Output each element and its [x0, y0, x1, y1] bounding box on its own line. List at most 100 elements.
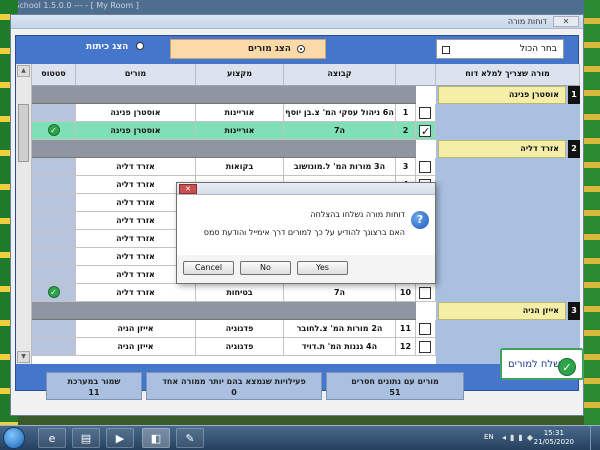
- row-checkbox[interactable]: [419, 341, 431, 353]
- row-checkbox[interactable]: [419, 161, 431, 173]
- show-desktop-button[interactable]: [590, 426, 600, 450]
- saved-in-system-stat: שמור במערכת 11: [46, 372, 142, 400]
- table-row[interactable]: אייזן הניה פדגוגיה ה2 מורות המ' צ.לחובר 11: [32, 320, 436, 338]
- subject-cell: פדגוגיה: [196, 338, 284, 356]
- checkbox-cell[interactable]: [416, 104, 436, 122]
- show-teachers-label: הצג מורים: [247, 44, 291, 54]
- saved-label: שמור במערכת: [67, 377, 121, 386]
- show-classes-radio[interactable]: הצג כיתות: [86, 41, 144, 52]
- status-cell: [32, 212, 76, 230]
- row-number-cell: 1: [396, 104, 416, 122]
- checkbox-cell[interactable]: [416, 338, 436, 356]
- status-cell: [32, 248, 76, 266]
- school-app-icon[interactable]: ◧: [142, 428, 170, 448]
- no-button[interactable]: No: [240, 261, 291, 275]
- window-close-button[interactable]: ✕: [553, 16, 579, 27]
- dialog-close-icon[interactable]: ✕: [179, 184, 197, 194]
- start-button[interactable]: [3, 427, 25, 449]
- radio-empty-icon: [135, 42, 144, 50]
- missing-value: 51: [389, 388, 401, 397]
- checkbox-cell[interactable]: [416, 320, 436, 338]
- send-to-teachers-button[interactable]: שלח למורים ✓: [500, 348, 584, 380]
- group-separator: [32, 302, 416, 320]
- group-number: 1: [568, 86, 580, 104]
- desktop-title-strip: -- School 1.5.0.0 --- - [ My Room ]: [0, 0, 600, 14]
- status-cell: ✓: [32, 284, 76, 302]
- group-teacher-name[interactable]: אייזן הניה: [438, 302, 566, 320]
- cancel-button[interactable]: Cancel: [183, 261, 234, 275]
- media-player-icon[interactable]: ▶: [106, 428, 134, 448]
- select-all-checkbox[interactable]: בחר הכול: [436, 39, 564, 59]
- clock-date: 21/05/2020: [533, 438, 574, 446]
- multi-value: 0: [231, 388, 237, 397]
- row-checkbox[interactable]: [419, 323, 431, 335]
- app-title: -- School 1.5.0.0 --- - [ My Room ]: [6, 1, 139, 10]
- row-number-cell: 2: [396, 122, 416, 140]
- checkbox-cell[interactable]: [416, 284, 436, 302]
- subject-cell: פדגוגיה: [196, 320, 284, 338]
- scroll-thumb[interactable]: [18, 104, 29, 162]
- yes-button[interactable]: Yes: [297, 261, 348, 275]
- row-number-cell: 10: [396, 284, 416, 302]
- status-cell: [32, 158, 76, 176]
- teacher-cell: אייזן הניה: [76, 320, 196, 338]
- desktop-background-right: [584, 0, 600, 425]
- header-teacher-to-fill[interactable]: מורה שצריך למלא דוח: [436, 64, 580, 86]
- table-row[interactable]: אייזן הניה פדגוגיה ה4 גננות המ' ת.דויד 12: [32, 338, 436, 356]
- group-teacher-name[interactable]: אוסטרן פנינה: [438, 86, 566, 104]
- scroll-up-icon[interactable]: ▲: [17, 65, 30, 77]
- status-cell: ✓: [32, 122, 76, 140]
- grid-scrollbar[interactable]: ▲ ▼: [16, 64, 32, 364]
- group-number: 2: [568, 140, 580, 158]
- table-row[interactable]: ✓ אוסטרן פנינה אוריינות ה7 2: [32, 122, 436, 140]
- status-cell: [32, 320, 76, 338]
- subject-cell: אוריינות: [196, 104, 284, 122]
- group-separator: [32, 140, 416, 158]
- send-button-label: שלח למורים: [508, 359, 561, 370]
- group-cell: ה7: [284, 284, 396, 302]
- show-teachers-radio[interactable]: הצג מורים: [170, 39, 326, 59]
- language-indicator[interactable]: EN: [484, 433, 494, 441]
- tray-icons[interactable]: ◂▮▮◆: [502, 433, 537, 442]
- multi-label: פעילויות שנמצא בהם יותר ממורה אחד: [162, 377, 306, 386]
- checkbox-cell[interactable]: [416, 122, 436, 140]
- folder-icon[interactable]: ▤: [72, 428, 100, 448]
- ie-icon[interactable]: e: [38, 428, 66, 448]
- check-circle-icon: ✓: [558, 358, 576, 376]
- teacher-cell: אוסטרן פנינה: [76, 104, 196, 122]
- header-number: [396, 64, 436, 86]
- scroll-down-icon[interactable]: ▼: [17, 351, 30, 363]
- check-circle-icon: ✓: [47, 286, 60, 298]
- status-cell: [32, 104, 76, 122]
- teacher-cell: אוסטרן פנינה: [76, 122, 196, 140]
- multi-teacher-stat: פעילויות שנמצא בהם יותר ממורה אחד 0: [146, 372, 322, 400]
- checkbox-icon: [442, 46, 450, 54]
- header-group[interactable]: קבוצה: [284, 64, 396, 86]
- checkbox-cell[interactable]: [416, 158, 436, 176]
- table-row[interactable]: ✓ אזרד דליה בטיחות ה7 10: [32, 284, 436, 302]
- row-checkbox[interactable]: [419, 123, 431, 139]
- row-checkbox[interactable]: [419, 107, 431, 119]
- subject-cell: בקואות: [196, 158, 284, 176]
- table-row[interactable]: אזרד דליה בקואות ה3 מורות המ' ל.מונושוב 3: [32, 158, 436, 176]
- subject-cell: אוריינות: [196, 122, 284, 140]
- dialog-body: דוחות מורה נשלחו בהצלחה האם ברצונך להודי…: [177, 195, 435, 255]
- header-subject[interactable]: מקצוע: [196, 64, 284, 86]
- dialog-titlebar: ✕: [177, 183, 435, 195]
- table-row[interactable]: אוסטרן פנינה אוריינות ה6 ניהול עסקי המ' צ.…: [32, 104, 436, 122]
- status-cell: [32, 176, 76, 194]
- header-status[interactable]: סטטוס: [32, 64, 76, 86]
- missing-label: מורים עם נתונים חסרים: [351, 377, 439, 386]
- header-teachers[interactable]: מורים: [76, 64, 196, 86]
- dialog-message-success: דוחות מורה נשלחו בהצלחה: [310, 210, 405, 219]
- row-number-cell: 11: [396, 320, 416, 338]
- clock[interactable]: 15:31 21/05/2020: [534, 429, 574, 447]
- missing-data-stat: מורים עם נתונים חסרים 51: [326, 372, 464, 400]
- status-cell: [32, 338, 76, 356]
- saved-value: 11: [88, 388, 100, 397]
- toolbar: בחר הכול הצג מורים הצג כיתות: [16, 36, 578, 62]
- row-checkbox[interactable]: [419, 287, 431, 299]
- group-cell: ה2 מורות המ' צ.לחובר: [284, 320, 396, 338]
- paint-icon[interactable]: ✎: [176, 428, 204, 448]
- group-teacher-name[interactable]: אזרד דליה: [438, 140, 566, 158]
